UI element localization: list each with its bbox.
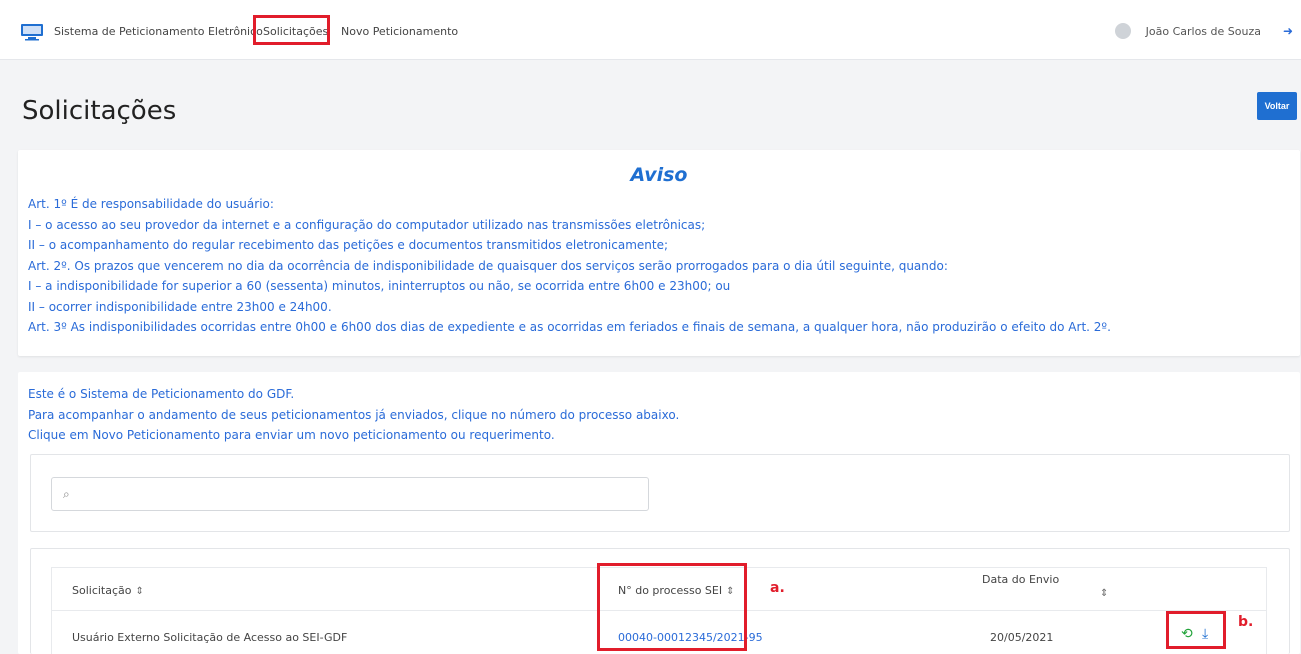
aviso-card: Aviso Art. 1º É de responsabilidade do u… — [18, 150, 1300, 356]
search-icon: ⌕ — [63, 487, 70, 501]
search-panel: ⌕ — [30, 454, 1290, 532]
header-label: Data do Envio — [982, 573, 1060, 586]
top-navbar: Sistema de Peticionamento Eletrônico Sol… — [0, 0, 1301, 60]
intro-text: Este é o Sistema de Peticionamento do GD… — [28, 384, 679, 446]
highlight-box-actions — [1166, 611, 1226, 649]
aviso-line: Art. 2º. Os prazos que vencerem no dia d… — [28, 258, 948, 273]
column-header-data-envio[interactable]: Data do Envio — [982, 573, 1059, 586]
nav-brand-link[interactable]: Sistema de Peticionamento Eletrônico — [54, 25, 263, 38]
annotation-label-a: a. — [770, 580, 785, 596]
user-avatar-icon — [1115, 23, 1131, 39]
column-header-solicitacao[interactable]: Solicitação ⇕ — [72, 584, 144, 597]
header-label: Solicitação — [72, 584, 132, 597]
logout-icon[interactable]: ➜ — [1283, 24, 1293, 38]
aviso-line: II – ocorrer indisponibilidade entre 23h… — [28, 299, 332, 314]
user-name[interactable]: João Carlos de Souza — [1146, 25, 1261, 38]
aviso-line: I – a indisponibilidade for superior a 6… — [28, 279, 731, 293]
highlight-box-nav — [253, 15, 330, 45]
intro-line: Para acompanhar o andamento de seus peti… — [28, 407, 680, 422]
table-cell-data: 20/05/2021 — [990, 631, 1054, 644]
aviso-line: I – o acesso ao seu provedor da internet… — [28, 217, 706, 232]
annotation-label-b: b. — [1238, 614, 1254, 630]
search-input[interactable] — [51, 477, 649, 511]
nav-novo-peticionamento-link[interactable]: Novo Peticionamento — [341, 25, 458, 38]
back-button[interactable]: Voltar — [1257, 92, 1297, 120]
table-cell-solicitacao: Usuário Externo Solicitação de Acesso ao… — [72, 631, 348, 644]
highlight-box-processo — [597, 563, 747, 651]
sort-icon[interactable]: ⇕ — [1100, 588, 1108, 599]
page-title: Solicitações — [22, 96, 177, 126]
aviso-text: Art. 1º É de responsabilidade do usuário… — [28, 194, 1111, 338]
aviso-title: Aviso — [630, 164, 688, 186]
aviso-line: II – o acompanhamento do regular recebim… — [28, 238, 668, 252]
aviso-line: Art. 3º As indisponibilidades ocorridas … — [28, 320, 1111, 334]
aviso-line: Art. 1º É de responsabilidade do usuário… — [28, 197, 274, 211]
intro-line: Este é o Sistema de Peticionamento do GD… — [28, 387, 295, 401]
sort-icon[interactable]: ⇕ — [136, 586, 144, 597]
intro-line: Clique em Novo Peticionamento para envia… — [28, 428, 555, 442]
monitor-icon — [21, 24, 43, 41]
